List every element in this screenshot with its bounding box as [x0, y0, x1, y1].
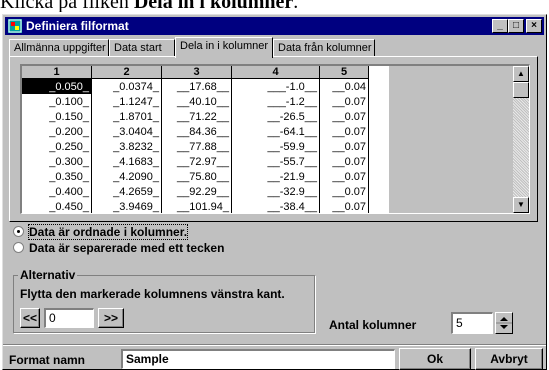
table-cell[interactable]: _0.350_: [22, 169, 92, 184]
column-position-field[interactable]: 0: [44, 308, 94, 328]
table-row: _0.250_ _3.8232_ __77.88__ __-59.9__ __0…: [22, 139, 369, 154]
footer-separator: [3, 344, 546, 346]
column-count-spinner[interactable]: [495, 312, 513, 334]
scroll-down-icon[interactable]: ▼: [513, 197, 529, 213]
table-cell[interactable]: _0.450_: [22, 199, 92, 213]
table-cell[interactable]: __-26.5__: [231, 109, 320, 124]
table-cell[interactable]: __0.04: [319, 78, 369, 94]
group-legend: Alternativ: [18, 268, 78, 282]
column-header-1[interactable]: 1: [22, 66, 92, 79]
table-cell[interactable]: _0.0374_: [91, 78, 162, 94]
column-header-4[interactable]: 4: [231, 66, 320, 79]
table-cell[interactable]: __-38.4__: [231, 199, 320, 213]
table-cell[interactable]: __0.07: [319, 154, 369, 169]
vertical-scrollbar[interactable]: ▲ ▼: [513, 66, 529, 213]
table-cell-selected[interactable]: _0.050_: [22, 78, 92, 94]
table-cell[interactable]: __-59.9__: [231, 139, 320, 154]
table-cell[interactable]: _0.200_: [22, 124, 92, 139]
move-edge-text: Flytta den markerade kolumnens vänstra k…: [20, 287, 285, 301]
table-cell[interactable]: ___-1.0__: [231, 78, 320, 94]
table-cell[interactable]: _3.8232_: [91, 139, 162, 154]
table-cell[interactable]: _1.1247_: [91, 94, 162, 109]
move-right-button[interactable]: >>: [98, 308, 124, 328]
table-cell[interactable]: ___-1.2__: [231, 94, 320, 109]
table-cell[interactable]: _0.100_: [22, 94, 92, 109]
table-row: _0.350_ _4.2090_ __75.80__ __-21.9__ __0…: [22, 169, 369, 184]
table-cell[interactable]: __0.07: [319, 94, 369, 109]
table-cell[interactable]: _0.150_: [22, 109, 92, 124]
tab-panel: 1 2 3 4 5 _0.050_ _0.0374_ __17.68__ ___…: [9, 56, 538, 222]
table-row: _0.100_ _1.1247_ __40.10__ ___-1.2__ __0…: [22, 94, 369, 109]
table-cell[interactable]: __-64.1__: [231, 124, 320, 139]
spinner-arrows-icon[interactable]: [496, 313, 512, 333]
table-row: _0.050_ _0.0374_ __17.68__ ___-1.0__ __0…: [22, 78, 369, 94]
table-cell[interactable]: __84.36__: [161, 124, 232, 139]
table-cell[interactable]: _4.2090_: [91, 169, 162, 184]
title-bar: Definiera filformat _ □ ×: [5, 17, 544, 35]
table-cell[interactable]: __0.07: [319, 184, 369, 199]
move-left-button[interactable]: <<: [20, 308, 40, 328]
radio-button[interactable]: [13, 226, 24, 237]
column-header-5[interactable]: 5: [319, 66, 369, 79]
ok-button[interactable]: Ok: [399, 348, 471, 370]
table-cell[interactable]: __0.07: [319, 199, 369, 213]
table-cell[interactable]: __71.22__: [161, 109, 232, 124]
table-cell[interactable]: __101.94_: [161, 199, 232, 213]
table-cell[interactable]: _1.8701_: [91, 109, 162, 124]
table-cell[interactable]: __0.07: [319, 109, 369, 124]
table-row: _0.200_ _3.0404_ __84.36__ __-64.1__ __0…: [22, 124, 369, 139]
table-cell[interactable]: __75.80__: [161, 169, 232, 184]
tab-allmanna-uppgifter[interactable]: Allmänna uppgifter: [9, 39, 109, 57]
scroll-up-icon[interactable]: ▲: [513, 66, 529, 82]
tab-data-start[interactable]: Data start: [109, 39, 175, 57]
table-cell[interactable]: __17.68__: [161, 78, 232, 94]
table-row: _0.150_ _1.8701_ __71.22__ __-26.5__ __0…: [22, 109, 369, 124]
cancel-button[interactable]: Avbryt: [475, 348, 543, 370]
format-namn-label: Format namn: [9, 353, 86, 367]
column-header-2[interactable]: 2: [91, 66, 162, 79]
table-cell[interactable]: __40.10__: [161, 94, 232, 109]
radio-label: Data är separerade med ett tecken: [29, 241, 225, 255]
table-row: _0.450_ _3.9469_ __101.94_ __-38.4__ __0…: [22, 199, 369, 213]
scroll-thumb[interactable]: [513, 82, 529, 98]
tab-dela-in-i-kolumner[interactable]: Dela in i kolumner: [175, 37, 273, 58]
alternativ-group: Alternativ Flytta den markerade kolumnen…: [13, 268, 315, 333]
radio-button[interactable]: [13, 242, 24, 253]
table-cell[interactable]: __72.97__: [161, 154, 232, 169]
maximize-icon[interactable]: □: [508, 19, 524, 33]
dialog-window: Definiera filformat _ □ × Allmänna uppgi…: [2, 14, 547, 370]
app-icon: [8, 19, 22, 33]
table-cell[interactable]: _0.400_: [22, 184, 92, 199]
table-cell[interactable]: __0.07: [319, 139, 369, 154]
table-cell[interactable]: __-32.9__: [231, 184, 320, 199]
table-cell[interactable]: __-55.7__: [231, 154, 320, 169]
table-cell[interactable]: __0.07: [319, 169, 369, 184]
table-row: _0.300_ _4.1683_ __72.97__ __-55.7__ __0…: [22, 154, 369, 169]
table-cell[interactable]: _3.9469_: [91, 199, 162, 213]
format-name-field[interactable]: Sample: [121, 349, 395, 369]
table-cell[interactable]: __-21.9__: [231, 169, 320, 184]
table-cell[interactable]: _3.0404_: [91, 124, 162, 139]
minimize-icon[interactable]: _: [492, 19, 508, 33]
antal-kolumner-label: Antal kolumner: [329, 318, 417, 332]
table-cell[interactable]: __77.88__: [161, 139, 232, 154]
grid-empty-area: [389, 66, 529, 213]
close-icon[interactable]: ×: [526, 19, 542, 33]
radio-label: Data är ordnade i kolumner.: [27, 224, 189, 240]
column-count-field[interactable]: 5: [451, 312, 493, 334]
instruction-text: Klicka på fliken Dela in i kolumner.: [0, 0, 299, 12]
tab-data-fran-kolumner[interactable]: Data från kolumner: [273, 39, 375, 57]
table-cell[interactable]: __92.29__: [161, 184, 232, 199]
window-title: Definiera filformat: [26, 19, 129, 33]
table-cell[interactable]: _0.250_: [22, 139, 92, 154]
column-header-3[interactable]: 3: [161, 66, 232, 79]
table-cell[interactable]: _0.300_: [22, 154, 92, 169]
data-table[interactable]: 1 2 3 4 5 _0.050_ _0.0374_ __17.68__ ___…: [22, 66, 369, 213]
table-cell[interactable]: _4.2659_: [91, 184, 162, 199]
table-row: _0.400_ _4.2659_ __92.29__ __-32.9__ __0…: [22, 184, 369, 199]
table-cell[interactable]: __0.07: [319, 124, 369, 139]
data-grid[interactable]: 1 2 3 4 5 _0.050_ _0.0374_ __17.68__ ___…: [20, 64, 530, 214]
table-cell[interactable]: _4.1683_: [91, 154, 162, 169]
